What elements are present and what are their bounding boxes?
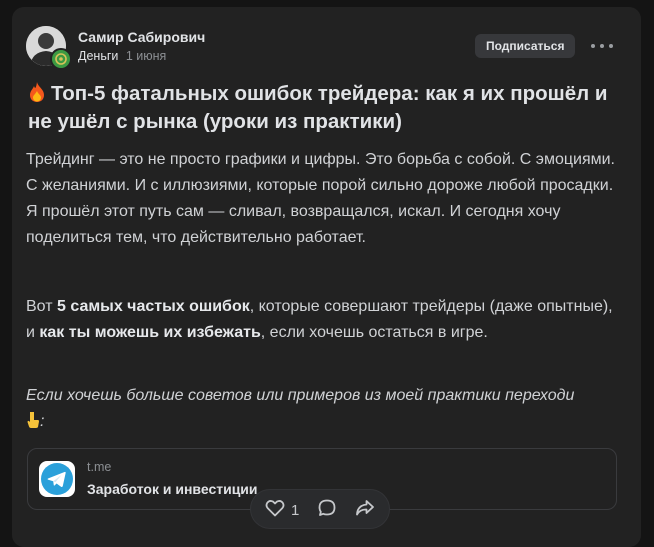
link-title[interactable]: Заработок и инвестиции	[87, 481, 258, 497]
post-title: Топ-5 фатальных ошибок трейдера: как я и…	[28, 80, 628, 136]
author-name[interactable]: Самир Сабирович	[78, 29, 205, 45]
link-domain: t.me	[87, 460, 112, 474]
community-badge-icon	[50, 48, 72, 70]
like-button[interactable]: 1	[265, 499, 299, 521]
post-meta: Деньги 1 июня	[78, 49, 166, 63]
paragraph-text: Если хочешь больше советов или примеров …	[26, 387, 575, 404]
paragraph-colon: :	[40, 413, 45, 430]
telegram-icon	[39, 461, 75, 497]
paragraph-text: , если хочешь остаться в игре.	[260, 324, 488, 341]
post-date: 1 июня	[125, 49, 167, 63]
share-icon	[355, 499, 375, 522]
channel-name[interactable]: Деньги	[78, 49, 118, 63]
bold-text: как ты можешь их избежать	[39, 324, 261, 341]
comment-button[interactable]	[317, 499, 337, 521]
post-paragraph-2: Вот 5 самых частых ошибок, которые совер…	[26, 294, 622, 346]
post-card: Самир Сабирович Деньги 1 июня Подписатьс…	[12, 7, 641, 547]
like-count: 1	[291, 501, 300, 519]
post-paragraph-1: Трейдинг — это не просто графики и цифры…	[26, 151, 615, 246]
post-actions-bar: 1	[250, 489, 390, 529]
pointing-down-icon	[26, 411, 40, 429]
post-paragraph-3: Если хочешь больше советов или примеров …	[26, 383, 622, 435]
bold-text: 5 самых частых ошибок	[57, 298, 250, 315]
fire-icon	[28, 81, 46, 103]
more-options-icon[interactable]	[591, 39, 613, 53]
paragraph-text: Вот	[26, 298, 57, 315]
post-title-text: Топ-5 фатальных ошибок трейдера: как я и…	[28, 82, 608, 133]
subscribe-button[interactable]: Подписаться	[475, 34, 576, 58]
share-button[interactable]	[355, 499, 375, 521]
heart-icon	[265, 499, 285, 522]
comment-icon	[317, 498, 337, 523]
